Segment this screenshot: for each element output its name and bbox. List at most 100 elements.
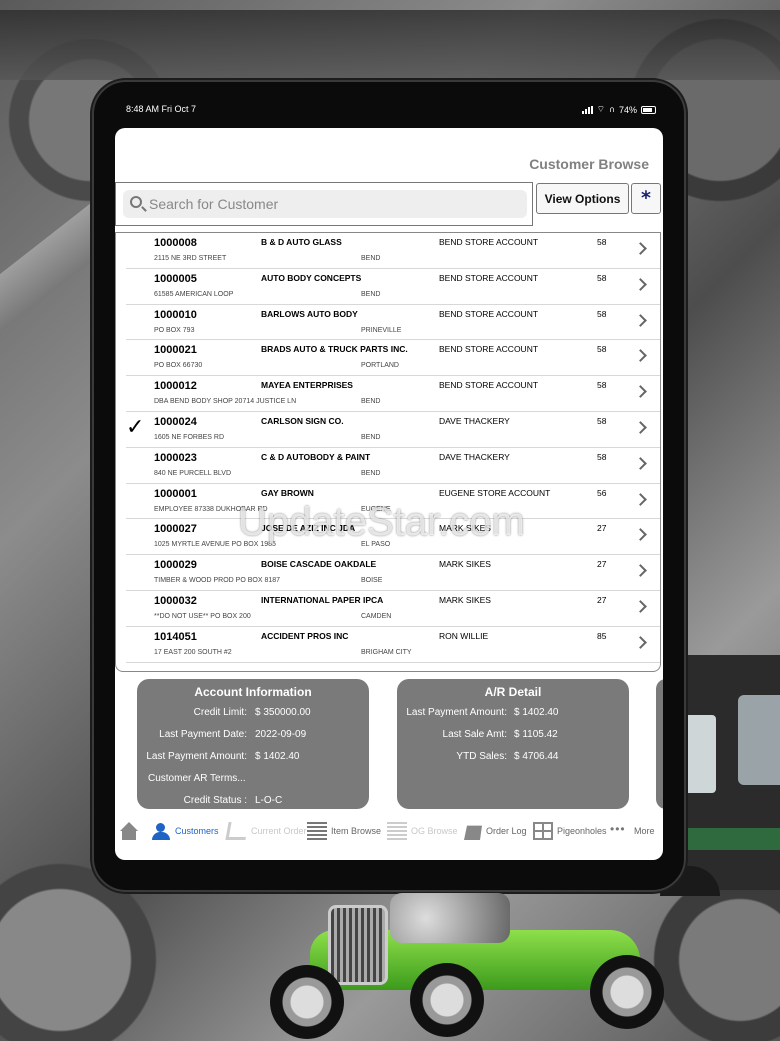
chevron-right-icon[interactable] [634,564,647,578]
tab-og-browse[interactable]: OG Browse [387,820,458,842]
search-input[interactable] [149,193,519,215]
watermark: UpdateStar.com [238,500,525,544]
tab-more[interactable]: ••• More [610,820,655,842]
view-options-button[interactable]: View Options [536,183,629,214]
chevron-right-icon[interactable] [634,492,647,506]
hot-rod-image [270,885,670,1041]
wifi-icon: ⌔ [596,105,606,115]
chevron-right-icon[interactable] [634,421,647,434]
ar-detail-panel: A/R Detail Last Payment Amount: $ 1402.40… [397,679,629,809]
customer-name: MAYEA ENTERPRISES [261,380,353,391]
extra-panel-edge [656,679,663,809]
panel-value: $ 1105.42 [514,729,558,740]
customer-city: PORTLAND [361,362,399,370]
customer-city: BEND [361,433,381,441]
tab-home[interactable] [119,820,139,842]
customer-number: 27 [597,523,607,534]
panel-value: L-O-C [255,795,283,806]
customer-id: 1014051 [154,630,197,643]
search-bar [115,182,533,226]
customer-row[interactable]: 1000012 DBA BEND BODY SHOP 20714 JUSTICE … [126,376,660,412]
chevron-right-icon[interactable] [634,528,647,542]
customer-number: 58 [597,451,607,462]
customer-row[interactable]: 1000008 2115 NE 3RD STREET B & D AUTO GLAS… [126,233,660,269]
customer-name: BOISE CASCADE OAKDALE [261,559,377,570]
customer-account: BEND STORE ACCOUNT [439,380,539,391]
chevron-right-icon[interactable] [634,242,647,255]
tab-customers[interactable]: Customers [151,820,219,842]
customer-city: PRINEVILLE [361,326,402,334]
background-top [0,10,780,80]
customer-id: 1000008 [154,237,197,249]
customer-row[interactable]: 1000023 840 NE PURCELL BLVD C & D AUTOBODY… [126,448,660,484]
favorite-star-button[interactable]: * [631,183,661,214]
customer-id: 1000027 [154,523,197,536]
chevron-right-icon[interactable] [634,385,647,399]
tab-label: Pigeonholes [557,826,607,836]
customer-account: MARK SIKES [439,594,491,605]
customer-row[interactable]: 1000024 1605 NE FORBES RD CARLSON SIGN CO.… [126,412,660,448]
customer-account: EUGENE STORE ACCOUNT [439,487,551,498]
customer-number: 56 [597,487,607,498]
customer-account: DAVE THACKERY [439,451,510,462]
panel-label: Last Payment Amount: [146,751,247,762]
customer-row[interactable]: 1000029 TIMBER & WOOD PROD PO BOX 8187 BOI… [126,555,660,591]
chevron-right-icon[interactable] [634,456,647,470]
panel-label: Last Sale Amt: [442,729,507,740]
chevron-right-icon[interactable] [634,600,647,613]
customer-city: CAMDEN [361,612,392,620]
chevron-right-icon[interactable] [634,277,647,291]
tab-item-browse[interactable]: Item Browse [307,820,381,842]
panel-label: Last Payment Date: [159,729,247,740]
customer-account: BEND STORE ACCOUNT [439,308,539,319]
panel-label[interactable]: Customer AR Terms... [148,773,278,784]
panel-label: Credit Limit: [193,707,247,718]
chevron-right-icon[interactable] [634,635,647,649]
customer-number: 58 [597,380,607,391]
customer-row[interactable]: 1000032 **DO NOT USE** PO BOX 200 INTERNAT… [126,591,660,627]
customer-row[interactable]: 1014051 17 EAST 200 SOUTH #2 ACCIDENT PROS… [126,627,660,663]
search-box[interactable] [123,190,527,218]
customer-name: GAY BROWN [261,487,314,498]
customer-id: 1000032 [154,594,197,607]
customer-list[interactable]: 1000008 2115 NE 3RD STREET B & D AUTO GLAS… [115,232,661,672]
tab-label: Order Log [486,826,527,836]
tab-current-order[interactable]: Current Order [225,820,307,842]
signal-icon [581,105,593,114]
grid-icon [533,822,553,840]
customer-number: 58 [597,272,607,283]
panel-label: Last Payment Amount: [406,707,507,718]
customer-address: 2115 NE 3RD STREET [154,255,227,262]
customer-city: BEND [361,290,381,298]
checkmark-icon: ✓ [126,414,145,440]
dots-icon: ••• [610,822,626,836]
customer-name: BRADS AUTO & TRUCK PARTS INC. [261,344,408,355]
page-title: Customer Browse [529,156,649,172]
customer-id: 1000024 [154,415,197,428]
tab-label: Customers [175,826,219,836]
customer-name: AUTO BODY CONCEPTS [261,272,362,283]
customer-id: 1000005 [154,272,197,285]
tab-order-log[interactable]: Order Log [462,820,527,842]
customer-account: RON WILLIE [439,630,489,641]
customer-id: 1000021 [154,344,197,357]
chevron-right-icon[interactable] [634,349,647,363]
list-icon [307,822,327,840]
users-icon [151,822,171,840]
customer-city: BEND [361,255,381,262]
panel-value: $ 1402.40 [514,707,559,718]
customer-number: 58 [597,344,607,355]
customer-row[interactable]: 1000005 61585 AMERICAN LOOP AUTO BODY CONC… [126,269,660,305]
customer-row[interactable]: 1000021 PO BOX 66730 BRADS AUTO & TRUCK PA… [126,340,660,377]
chevron-right-icon[interactable] [634,313,647,327]
customer-address: 17 EAST 200 SOUTH #2 [154,648,232,656]
tab-pigeonholes[interactable]: Pigeonholes [533,820,607,842]
customer-id: 1000001 [154,487,197,500]
customer-row[interactable]: 1000010 PO BOX 793 BARLOWS AUTO BODY PRINEV… [126,305,660,341]
tab-label: OG Browse [411,826,458,836]
customer-address: 840 NE PURCELL BLVD [154,469,232,477]
account-information-panel: Account Information Credit Limit: $ 35000… [137,679,369,809]
customer-city: BRIGHAM CITY [361,648,412,656]
customer-address: TIMBER & WOOD PROD PO BOX 8187 [154,577,281,585]
customer-address: 1605 NE FORBES RD [154,433,225,441]
